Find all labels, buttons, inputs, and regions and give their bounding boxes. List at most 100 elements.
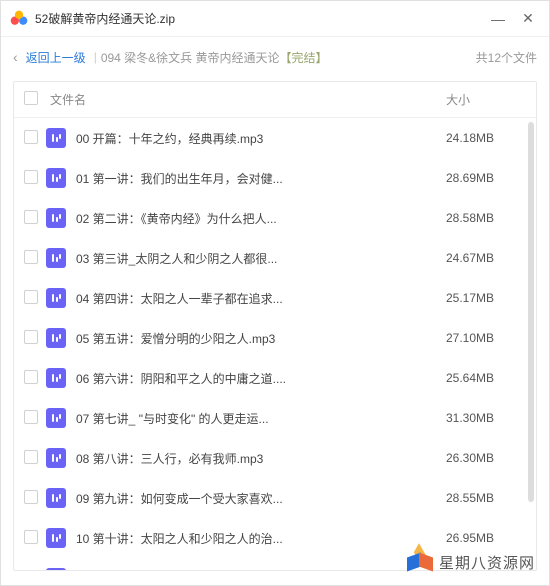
header-size[interactable]: 大小	[446, 91, 526, 108]
audio-file-icon	[46, 288, 66, 308]
table-row[interactable]: 09 第九讲：如何变成一个受大家喜欢...28.55MB	[14, 478, 536, 518]
header-checkbox-col	[24, 91, 46, 108]
row-checkbox[interactable]	[24, 530, 38, 544]
table-row[interactable]: 08 第八讲：三人行，必有我师.mp326.30MB	[14, 438, 536, 478]
file-type-icon-wrap	[46, 448, 72, 468]
file-type-icon-wrap	[46, 168, 72, 188]
file-name: 09 第九讲：如何变成一个受大家喜欢...	[72, 490, 446, 507]
scrollbar[interactable]	[528, 122, 534, 562]
file-size: 31.30MB	[446, 411, 526, 425]
table-row[interactable]: 07 第七讲_ "与时变化" 的人更走运...31.30MB	[14, 398, 536, 438]
row-checkbox[interactable]	[24, 410, 38, 424]
audio-file-icon	[46, 328, 66, 348]
file-size: 26.30MB	[446, 451, 526, 465]
file-size: 28.58MB	[446, 211, 526, 225]
file-type-icon-wrap	[46, 528, 72, 548]
file-name: 06 第六讲：阴阳和平之人的中庸之道....	[72, 370, 446, 387]
file-type-icon-wrap	[46, 568, 72, 570]
file-size: 25.17MB	[446, 291, 526, 305]
nav-path: 094 梁冬&徐文兵 黄帝内经通天论	[101, 49, 280, 66]
list-header: 文件名 大小	[14, 82, 536, 118]
row-checkbox[interactable]	[24, 130, 38, 144]
file-list: 文件名 大小 00 开篇：十年之约，经典再续.mp324.18MB01 第一讲：…	[13, 81, 537, 571]
minimize-button[interactable]: —	[491, 12, 505, 26]
file-type-icon-wrap	[46, 128, 72, 148]
file-size: 28.55MB	[446, 491, 526, 505]
row-checkbox-wrap	[24, 210, 46, 227]
file-name: 10 第十讲：太阳之人和少阳之人的治...	[72, 530, 446, 547]
watermark-text: 星期八资源网	[439, 552, 535, 573]
file-count: 共12个文件	[476, 49, 537, 66]
file-type-icon-wrap	[46, 488, 72, 508]
row-checkbox[interactable]	[24, 330, 38, 344]
row-checkbox[interactable]	[24, 210, 38, 224]
row-checkbox-wrap	[24, 410, 46, 427]
row-checkbox-wrap	[24, 570, 46, 571]
titlebar: 52破解黄帝内经通天论.zip — ✕	[1, 1, 549, 37]
app-logo-icon	[9, 9, 29, 29]
back-icon[interactable]: ‹	[13, 49, 18, 65]
file-name: 04 第四讲：太阳之人一辈子都在追求...	[72, 290, 446, 307]
audio-file-icon	[46, 208, 66, 228]
file-name: 05 第五讲：爱憎分明的少阳之人.mp3	[72, 330, 446, 347]
table-row[interactable]: 00 开篇：十年之约，经典再续.mp324.18MB	[14, 118, 536, 158]
row-checkbox-wrap	[24, 290, 46, 307]
file-type-icon-wrap	[46, 288, 72, 308]
file-name: 02 第二讲：《黄帝内经》为什么把人...	[72, 210, 446, 227]
file-type-icon-wrap	[46, 408, 72, 428]
nav-up-link[interactable]: 返回上一级	[26, 49, 86, 66]
table-row[interactable]: 06 第六讲：阴阳和平之人的中庸之道....25.64MB	[14, 358, 536, 398]
table-row[interactable]: 02 第二讲：《黄帝内经》为什么把人...28.58MB	[14, 198, 536, 238]
file-type-icon-wrap	[46, 368, 72, 388]
close-button[interactable]: ✕	[521, 12, 535, 26]
file-size: 26.95MB	[446, 531, 526, 545]
row-checkbox-wrap	[24, 530, 46, 547]
row-checkbox[interactable]	[24, 370, 38, 384]
file-size: 24.18MB	[446, 131, 526, 145]
select-all-checkbox[interactable]	[24, 91, 38, 105]
audio-file-icon	[46, 488, 66, 508]
audio-file-icon	[46, 168, 66, 188]
file-type-icon-wrap	[46, 248, 72, 268]
audio-file-icon	[46, 568, 66, 570]
file-size: 27.10MB	[446, 331, 526, 345]
file-name: 00 开篇：十年之约，经典再续.mp3	[72, 130, 446, 147]
scroll-thumb[interactable]	[528, 122, 534, 502]
file-size: 25.64MB	[446, 371, 526, 385]
row-checkbox[interactable]	[24, 250, 38, 264]
audio-file-icon	[46, 368, 66, 388]
row-checkbox[interactable]	[24, 450, 38, 464]
table-row[interactable]: 05 第五讲：爱憎分明的少阳之人.mp327.10MB	[14, 318, 536, 358]
watermark-cube-icon	[407, 549, 433, 575]
file-size: 24.67MB	[446, 251, 526, 265]
table-row[interactable]: 04 第四讲：太阳之人一辈子都在追求...25.17MB	[14, 278, 536, 318]
row-checkbox[interactable]	[24, 490, 38, 504]
nav-separator: |	[94, 50, 97, 64]
window-title: 52破解黄帝内经通天论.zip	[35, 10, 491, 27]
row-checkbox[interactable]	[24, 290, 38, 304]
file-name: 08 第八讲：三人行，必有我师.mp3	[72, 450, 446, 467]
row-checkbox-wrap	[24, 330, 46, 347]
breadcrumb-bar: ‹ 返回上一级 | 094 梁冬&徐文兵 黄帝内经通天论 【完结】 共12个文件	[1, 37, 549, 77]
file-name: 03 第三讲_太阴之人和少阴之人都很...	[72, 250, 446, 267]
audio-file-icon	[46, 528, 66, 548]
watermark: 星期八资源网	[407, 549, 535, 575]
row-checkbox-wrap	[24, 490, 46, 507]
row-checkbox[interactable]	[24, 170, 38, 184]
row-checkbox[interactable]	[24, 570, 38, 571]
table-row[interactable]: 01 第一讲：我们的出生年月，会对健...28.69MB	[14, 158, 536, 198]
audio-file-icon	[46, 408, 66, 428]
row-checkbox-wrap	[24, 130, 46, 147]
row-checkbox-wrap	[24, 450, 46, 467]
row-checkbox-wrap	[24, 370, 46, 387]
table-row[interactable]: 03 第三讲_太阴之人和少阴之人都很...24.67MB	[14, 238, 536, 278]
header-name[interactable]: 文件名	[46, 91, 446, 108]
file-type-icon-wrap	[46, 208, 72, 228]
audio-file-icon	[46, 248, 66, 268]
audio-file-icon	[46, 448, 66, 468]
file-type-icon-wrap	[46, 328, 72, 348]
row-checkbox-wrap	[24, 170, 46, 187]
file-size: 28.69MB	[446, 171, 526, 185]
nav-path-suffix: 【完结】	[280, 49, 328, 66]
file-name: 01 第一讲：我们的出生年月，会对健...	[72, 170, 446, 187]
